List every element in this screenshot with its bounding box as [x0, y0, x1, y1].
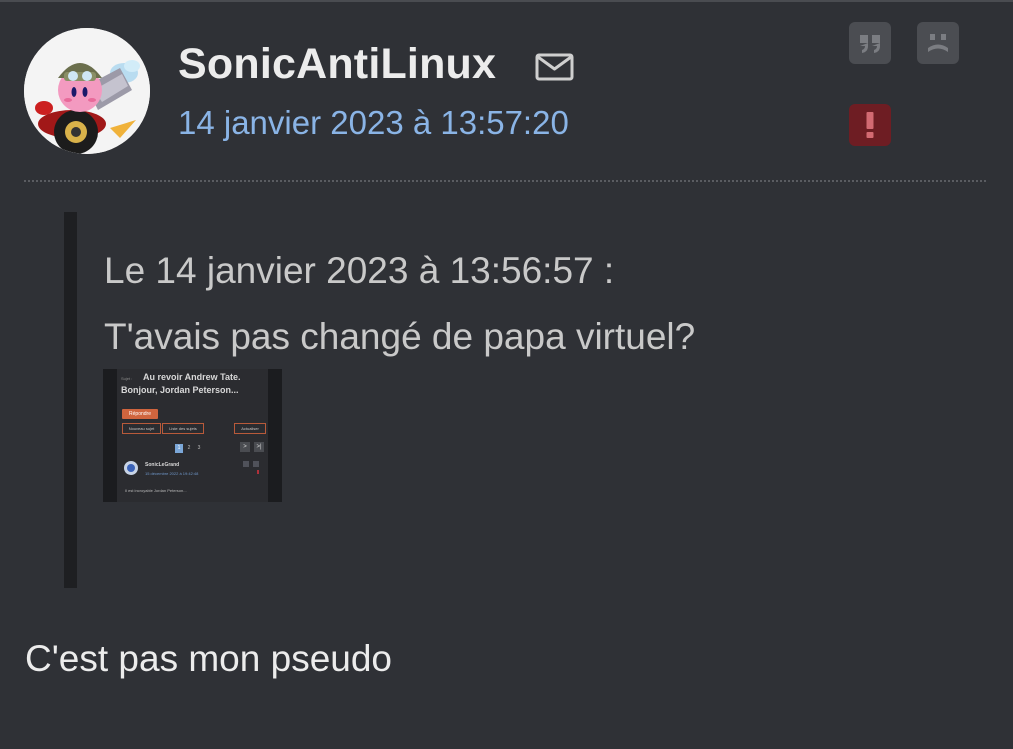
exclamation-icon: [866, 112, 874, 138]
quoted-screenshot-thumbnail[interactable]: Sujet : Au revoir Andrew Tate. Bonjour, …: [103, 369, 282, 502]
thumb-alert-mark: [257, 470, 259, 474]
post-body: C'est pas mon pseudo: [25, 638, 393, 679]
post-date-link[interactable]: 14 janvier 2023 à 13:57:20: [178, 104, 569, 142]
thumb-page-3: 3: [197, 445, 201, 451]
thumb-quote-square: [243, 461, 249, 467]
thumb-message-excerpt: Il est incroyable Jordan Peterson...: [125, 488, 187, 493]
quote-bar: [64, 212, 77, 588]
thumb-new-topic-button: Nouveau sujet: [122, 423, 161, 434]
header-separator: [24, 180, 986, 182]
private-message-button[interactable]: [917, 22, 959, 64]
thumb-avatar: [124, 461, 138, 475]
avatar-image: [24, 28, 150, 154]
report-button[interactable]: [849, 104, 891, 146]
thumb-subject-prefix: Sujet :: [121, 376, 133, 381]
thumb-next-arrow: >: [240, 442, 250, 452]
avatar[interactable]: [24, 28, 150, 154]
thumb-mp-square: [253, 461, 259, 467]
thumb-author-date: 15 décembre 2022 à 19:42:48: [145, 471, 199, 476]
thumb-page-2: 2: [187, 445, 191, 451]
thumb-author: SonicLeGrand: [145, 462, 180, 468]
envelope-icon[interactable]: [535, 52, 575, 82]
sad-face-icon: [928, 34, 948, 52]
top-border: [0, 0, 1013, 2]
quote-icon: [860, 35, 880, 53]
quote-text: T'avais pas changé de papa virtuel?: [104, 316, 696, 357]
thumb-refresh-button: Actualiser: [234, 423, 266, 434]
quote-button[interactable]: [849, 22, 891, 64]
blockquote: Le 14 janvier 2023 à 13:56:57 : T'avais …: [64, 212, 964, 588]
thumb-subject-line1: Au revoir Andrew Tate.: [143, 372, 241, 382]
thumb-page-1: 1: [175, 444, 183, 453]
thumb-topic-list-button: Liste des sujets: [162, 423, 204, 434]
thumb-subject-line2: Bonjour, Jordan Peterson...: [121, 385, 239, 395]
thumbnail-content: Sujet : Au revoir Andrew Tate. Bonjour, …: [117, 369, 268, 502]
thumb-reply-button: Répondre: [122, 409, 158, 419]
quote-header: Le 14 janvier 2023 à 13:56:57 :: [104, 250, 615, 291]
username[interactable]: SonicAntiLinux: [178, 40, 496, 89]
thumb-last-arrow: >|: [254, 442, 264, 452]
